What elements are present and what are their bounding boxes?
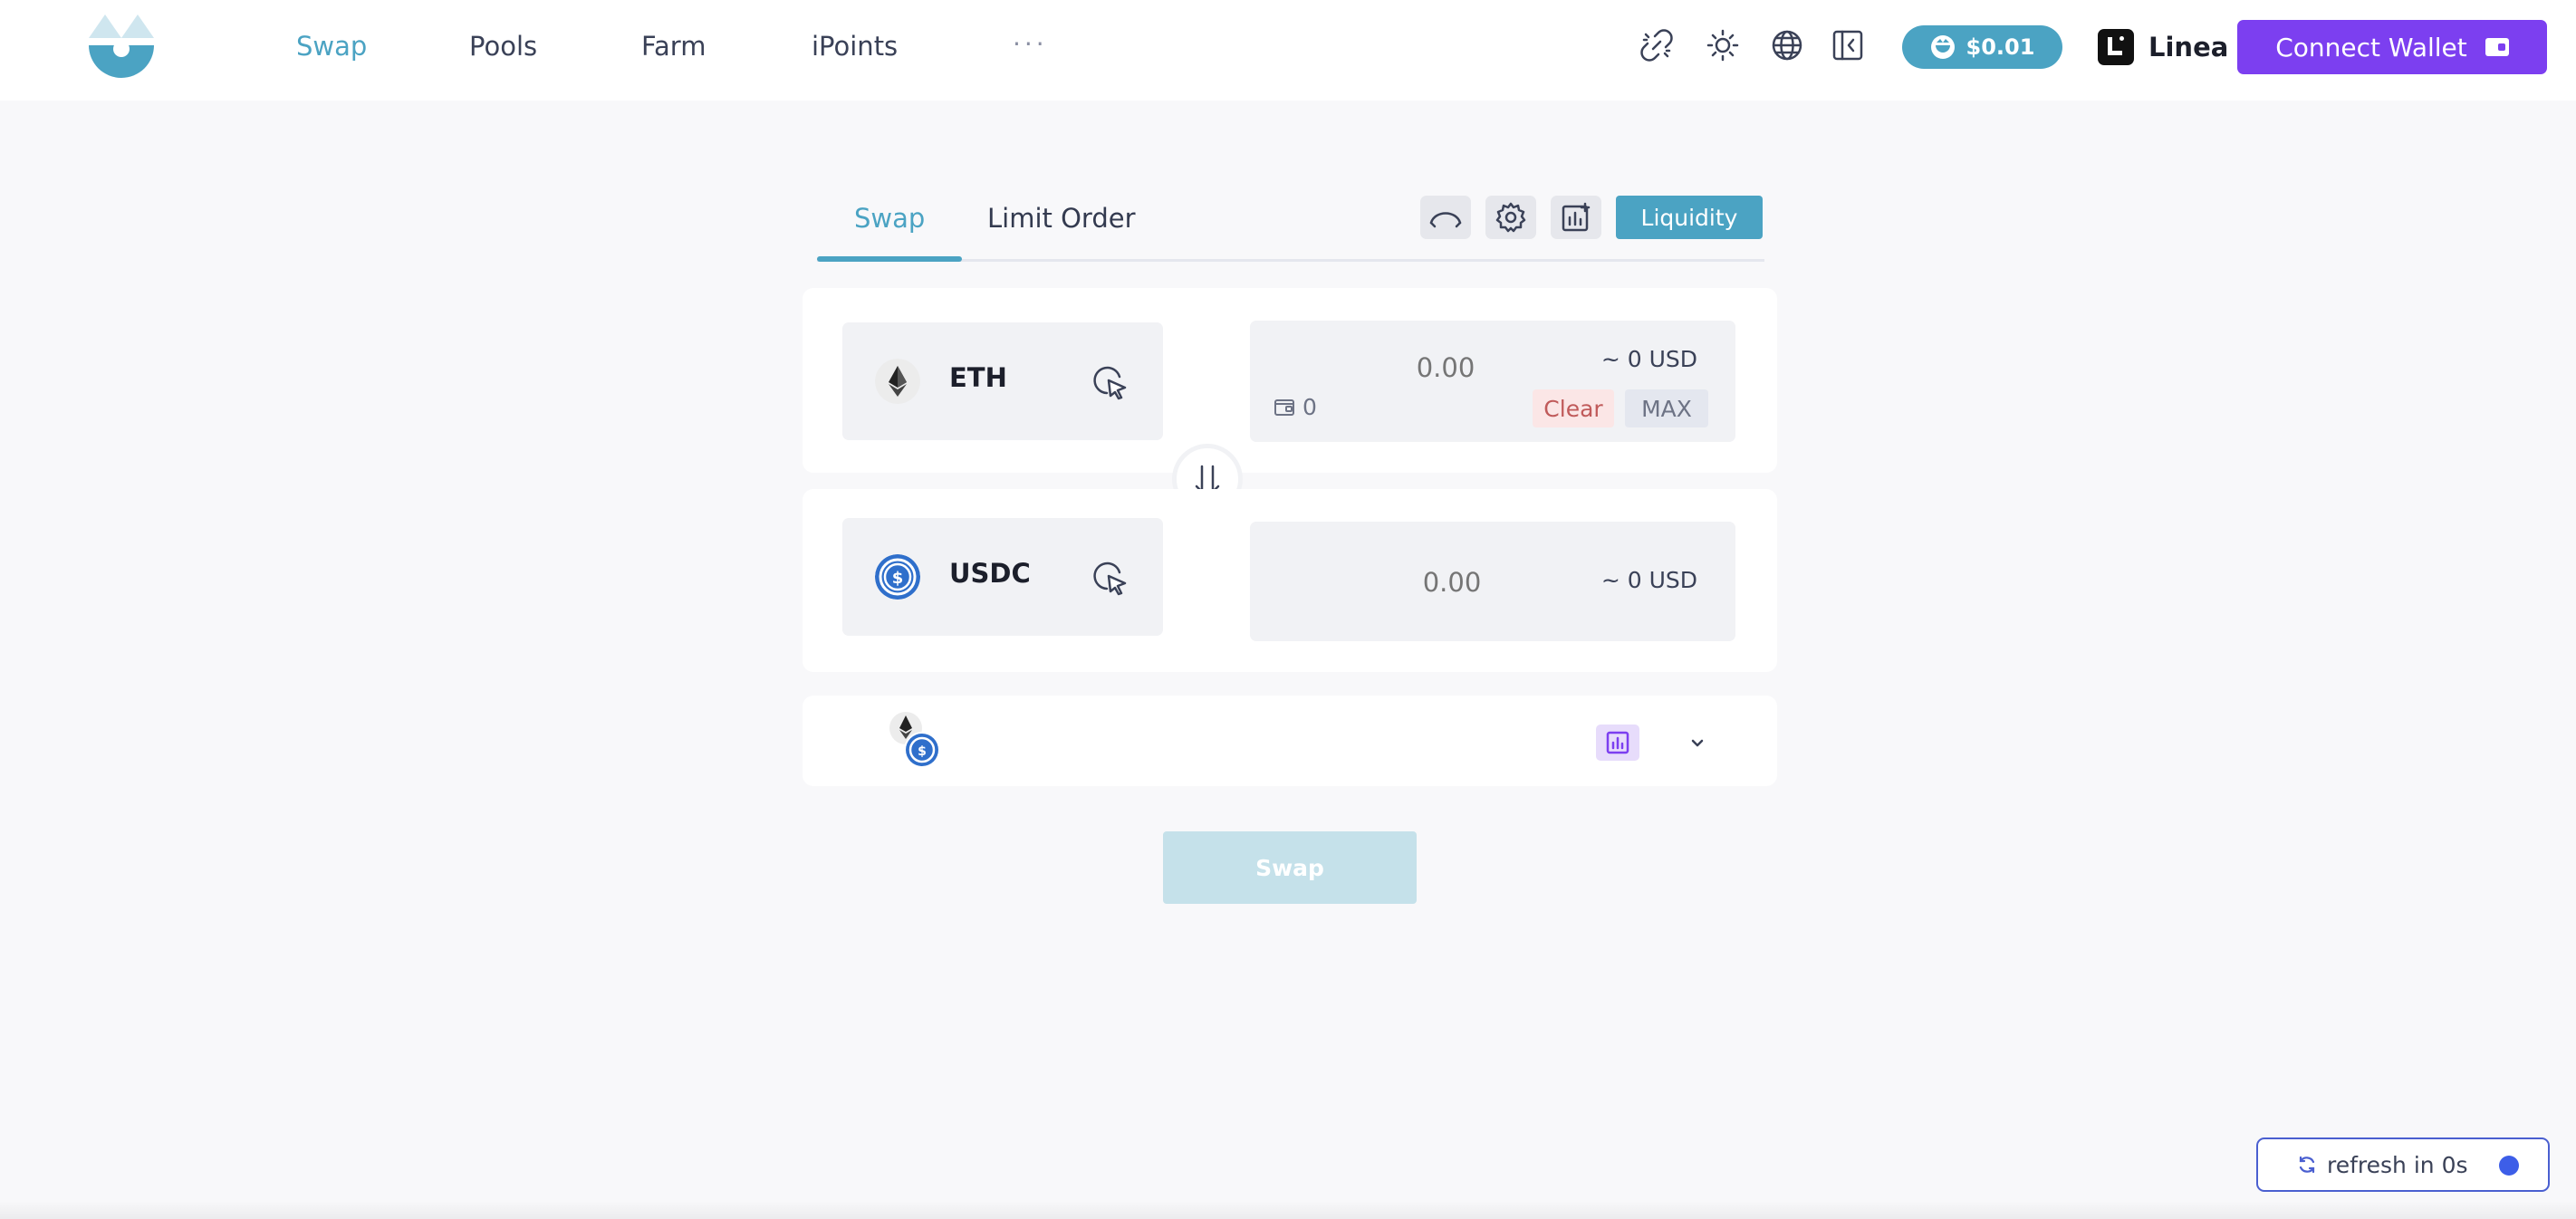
gear-icon [1495,202,1526,233]
refresh-icon [2299,1156,2315,1174]
bottom-shadow [0,1201,2576,1219]
clear-button[interactable]: Clear [1533,389,1614,427]
from-amount-box: ~ 0 USD 0 Clear MAX [1250,321,1735,442]
unlink-icon[interactable] [1639,27,1675,63]
chart-icon [1606,731,1629,754]
rate-panel[interactable]: $ [803,696,1777,786]
to-token-symbol: USDC [949,558,1031,589]
max-button[interactable]: MAX [1625,389,1708,427]
wallet-icon [2485,38,2509,56]
nav-ipoints[interactable]: iPoints [812,27,898,65]
token-logo-icon [1930,35,1955,59]
chart-add-icon [1562,202,1591,232]
refresh-label: refresh in 0s [2327,1151,2468,1178]
tab-limit-order[interactable]: Limit Order [987,203,1136,234]
nav-pools[interactable]: Pools [469,27,537,65]
active-tab-indicator [817,256,962,262]
refresh-status-dot [2499,1156,2519,1176]
usdc-token-icon: $ [875,554,920,600]
tab-swap[interactable]: Swap [854,203,925,234]
more-menu-icon[interactable]: ··· [1013,29,1048,59]
connect-wallet-label: Connect Wallet [2275,32,2467,62]
from-token-symbol: ETH [949,362,1007,393]
to-amount-input[interactable] [1346,562,1558,603]
token-price: $0.01 [1966,34,2035,60]
bridge-button[interactable] [1420,196,1471,239]
eth-token-icon [875,359,920,404]
settings-button[interactable] [1485,196,1536,239]
pointer-click-icon [1093,562,1127,596]
from-balance: 0 [1302,394,1317,420]
linea-logo-icon [2098,29,2134,65]
sidebar-collapse-icon[interactable] [1830,27,1866,63]
refresh-indicator[interactable]: refresh in 0s [2256,1137,2550,1192]
nav-farm[interactable]: Farm [641,27,706,65]
liquidity-button[interactable]: Liquidity [1616,196,1763,239]
sun-icon[interactable] [1705,27,1741,63]
nav-swap[interactable]: Swap [296,27,367,65]
bridge-icon [1429,212,1462,228]
swap-tabs: Swap Limit Order Liquidity [817,187,1764,262]
connect-wallet-button[interactable]: Connect Wallet [2237,20,2547,74]
price-chart-button[interactable] [1596,725,1639,761]
chevron-down-icon[interactable] [1687,732,1708,753]
app-logo[interactable] [85,13,158,83]
add-chart-button[interactable] [1551,196,1601,239]
network-selector[interactable]: Linea [2098,25,2228,69]
from-amount-input[interactable] [1341,348,1551,388]
to-token-selector[interactable]: $ USDC [842,518,1163,636]
wallet-balance-icon [1274,399,1294,416]
svg-text:$: $ [918,744,927,759]
from-panel: ETH ~ 0 USD 0 Clear MAX [803,288,1777,473]
from-token-selector[interactable]: ETH [842,322,1163,440]
top-header: Swap Pools Farm iPoints ··· $0.01 Linea … [0,0,2576,101]
to-panel: $ USDC ~ 0 USD [803,489,1777,672]
globe-icon[interactable] [1769,27,1805,63]
token-pair-icon: $ [889,712,940,768]
to-amount-box: ~ 0 USD [1250,522,1735,641]
to-usd-value: ~ 0 USD [1600,567,1697,593]
network-name: Linea [2148,32,2229,62]
from-usd-value: ~ 0 USD [1600,346,1697,372]
token-price-badge[interactable]: $0.01 [1902,25,2062,69]
svg-text:$: $ [892,569,904,588]
swap-submit-button[interactable]: Swap [1163,831,1417,904]
pointer-click-icon [1093,366,1127,400]
